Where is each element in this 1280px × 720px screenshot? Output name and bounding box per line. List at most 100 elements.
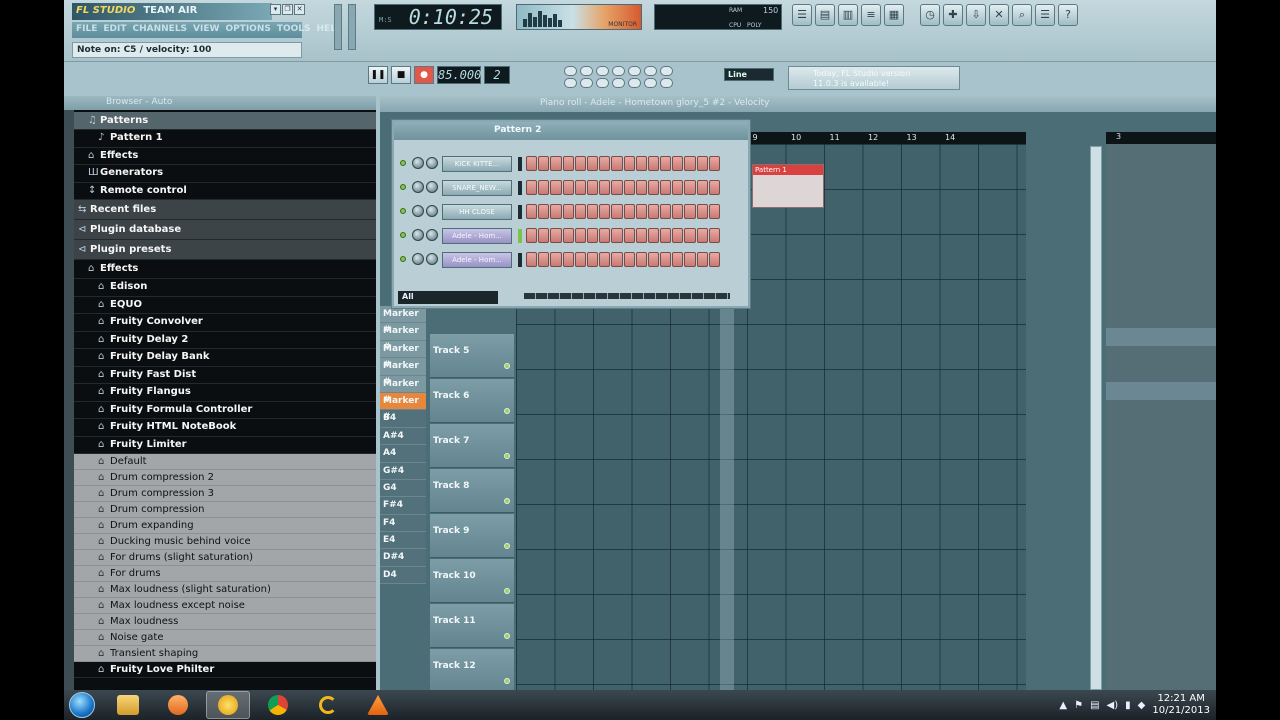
cpu-icon[interactable]: ◷ [920, 4, 940, 26]
step-button[interactable] [623, 156, 635, 171]
channel-mute-led[interactable] [400, 184, 406, 190]
channel-select-indicator[interactable] [518, 157, 522, 171]
menu-channels[interactable]: CHANNELS [133, 24, 188, 36]
step-button[interactable] [708, 180, 720, 195]
pattern-number[interactable]: 2 [484, 66, 510, 84]
taskbar-explorer[interactable] [106, 691, 150, 719]
browser-item[interactable]: ⌂ Effects [74, 148, 376, 165]
pause-button[interactable]: ❚❚ [368, 66, 388, 84]
step-button[interactable] [647, 204, 660, 219]
track-header[interactable]: Track 9 [430, 514, 514, 558]
option-button[interactable] [628, 78, 641, 88]
channel-name-button[interactable]: SNARE_NEW... [442, 180, 512, 196]
browser-item[interactable]: ШGenerators [74, 165, 376, 183]
browser-item[interactable]: ⌂ Max loudness (slight saturation) [74, 582, 376, 598]
browser-item[interactable]: ⌂ For drums (slight saturation) [74, 550, 376, 566]
option-button[interactable] [580, 78, 593, 88]
step-button[interactable] [684, 180, 696, 195]
menu-file[interactable]: FILE [76, 24, 97, 36]
stop-button[interactable]: ■ [391, 66, 411, 84]
option-button[interactable] [660, 66, 673, 76]
pan-knob[interactable] [412, 157, 424, 169]
close-icon[interactable]: ✕ [294, 4, 305, 15]
step-button[interactable] [526, 204, 538, 219]
volume-knob[interactable] [426, 229, 438, 241]
step-button[interactable] [611, 228, 623, 243]
news-panel[interactable]: Today, FL Studio version 11.0.3 is avail… [788, 66, 960, 90]
browser-item[interactable]: ⌂ Drum compression 3 [74, 486, 376, 502]
step-button[interactable] [635, 180, 647, 195]
option-button[interactable] [612, 66, 625, 76]
step-button[interactable] [635, 252, 647, 267]
marker-label[interactable]: Marker # [380, 306, 426, 335]
step-button[interactable] [586, 156, 599, 171]
mixer-icon[interactable]: ≡ [861, 4, 881, 26]
browser-item[interactable]: ⌂ Fruity Flangus [74, 384, 376, 402]
taskbar-chrome[interactable] [256, 691, 300, 719]
channel-mute-led[interactable] [400, 256, 406, 262]
step-button[interactable] [526, 252, 538, 267]
track-enable-led[interactable] [504, 588, 510, 594]
track-header[interactable]: Track 10 [430, 559, 514, 603]
marker-label[interactable]: Marker # [380, 358, 426, 387]
pan-knob[interactable] [412, 253, 424, 265]
step-button[interactable] [574, 156, 586, 171]
step-button[interactable] [708, 156, 720, 171]
step-button[interactable] [660, 228, 672, 243]
step-button[interactable] [586, 180, 599, 195]
step-sequencer-icon[interactable]: ▥ [838, 4, 858, 26]
channel-select-indicator[interactable] [518, 253, 522, 267]
system-clock[interactable]: 12:21 AM 10/21/2013 [1152, 693, 1210, 717]
step-button[interactable] [696, 204, 708, 219]
marker-label[interactable]: Marker # [380, 392, 426, 422]
step-button[interactable] [599, 180, 611, 195]
browser-item[interactable]: ⌂ Fruity Delay Bank [74, 349, 376, 367]
pan-knob[interactable] [412, 205, 424, 217]
step-button[interactable] [611, 180, 623, 195]
step-button[interactable] [672, 204, 684, 219]
tempo-display[interactable]: 85.000 [437, 66, 481, 84]
step-button[interactable] [574, 228, 586, 243]
taskbar-media-player[interactable] [156, 691, 200, 719]
step-button[interactable] [599, 156, 611, 171]
track-enable-led[interactable] [504, 633, 510, 639]
option-button[interactable] [660, 78, 673, 88]
browser-item[interactable]: ⌂ Fruity Limiter [74, 437, 376, 454]
taskbar-fl-studio[interactable] [206, 691, 250, 719]
channel-select-indicator[interactable] [518, 181, 522, 195]
plugin-icon[interactable]: ✚ [943, 4, 963, 26]
step-button[interactable] [611, 156, 623, 171]
option-button[interactable] [644, 78, 657, 88]
browser-item[interactable]: ⌂ Transient shaping [74, 646, 376, 662]
marker-label[interactable]: Marker # [380, 323, 426, 352]
step-button[interactable] [562, 204, 574, 219]
step-button[interactable] [550, 252, 562, 267]
browser-item[interactable]: ⇆ Recent files [74, 200, 376, 220]
volume-knob[interactable] [426, 205, 438, 217]
track-enable-led[interactable] [504, 408, 510, 414]
step-button[interactable] [708, 204, 720, 219]
step-button[interactable] [672, 252, 684, 267]
option-button[interactable] [564, 66, 577, 76]
track-header[interactable]: Track 11 [430, 604, 514, 648]
minimize-icon[interactable]: ▾ [270, 4, 281, 15]
step-button[interactable] [586, 228, 599, 243]
taskbar-ccleaner[interactable] [306, 691, 350, 719]
browser-item[interactable]: ⌂ Max loudness [74, 614, 376, 630]
step-button[interactable] [538, 228, 550, 243]
step-button[interactable] [550, 156, 562, 171]
step-button[interactable] [599, 252, 611, 267]
browser-item[interactable]: ⌂ For drums [74, 566, 376, 582]
record-button[interactable]: ● [414, 66, 434, 84]
step-button[interactable] [574, 180, 586, 195]
dropbox-icon[interactable]: ◆ [1138, 700, 1146, 711]
browser-item[interactable]: ⌂ Drum compression [74, 502, 376, 518]
menu-options[interactable]: OPTIONS [225, 24, 270, 36]
browser-item[interactable]: ⌂ Ducking music behind voice [74, 534, 376, 550]
step-button[interactable] [660, 156, 672, 171]
step-button[interactable] [696, 156, 708, 171]
step-button[interactable] [635, 204, 647, 219]
step-button[interactable] [599, 204, 611, 219]
channel-filter[interactable]: All [398, 291, 498, 304]
option-button[interactable] [628, 66, 641, 76]
